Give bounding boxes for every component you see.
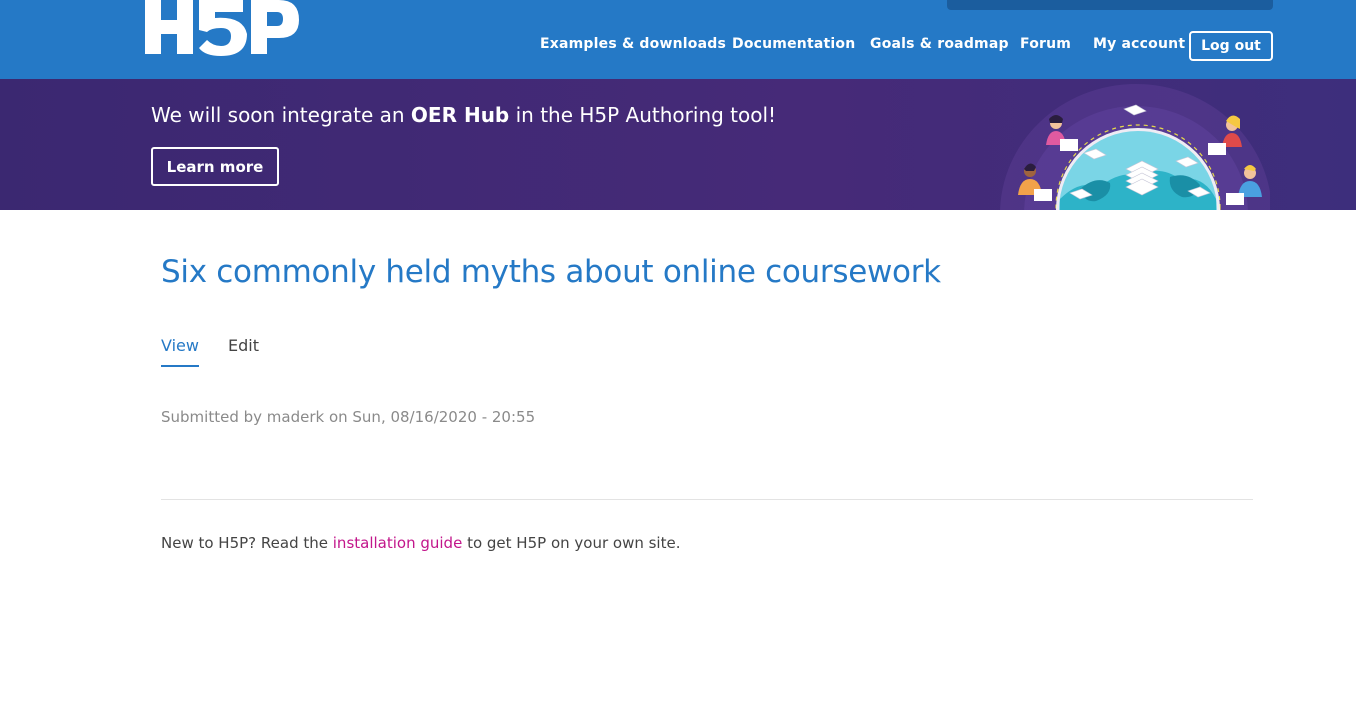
note-prefix: New to H5P? Read the [161,534,333,552]
installation-guide-link[interactable]: installation guide [333,534,463,552]
learn-more-button[interactable]: Learn more [151,147,279,186]
oer-hub-globe-illustration [1000,84,1270,210]
submitted-meta: Submitted by maderk on Sun, 08/16/2020 -… [161,408,536,426]
nav-documentation[interactable]: Documentation [732,36,855,52]
tab-view[interactable]: View [161,336,199,367]
page-title: Six commonly held myths about online cou… [161,254,941,290]
banner-text-after: in the H5P Authoring tool! [509,103,777,127]
note-suffix: to get H5P on your own site. [462,534,681,552]
search-box[interactable] [947,0,1273,10]
h5p-logo[interactable] [143,0,303,56]
nav-my-account[interactable]: My account [1093,36,1185,52]
banner-message: We will soon integrate an OER Hub in the… [151,103,776,127]
banner-text-before: We will soon integrate an [151,103,411,127]
nav-forum[interactable]: Forum [1020,36,1071,52]
nav-goals-roadmap[interactable]: Goals & roadmap [870,36,1009,52]
logout-button[interactable]: Log out [1189,31,1273,61]
nav-examples-downloads[interactable]: Examples & downloads [540,36,726,52]
site-header: Examples & downloads Documentation Goals… [0,0,1356,79]
content-divider [161,499,1253,500]
tab-edit[interactable]: Edit [228,336,259,355]
banner-text-bold: OER Hub [410,103,510,127]
installation-note: New to H5P? Read the installation guide … [161,534,680,552]
announcement-banner: We will soon integrate an OER Hub in the… [0,79,1356,210]
